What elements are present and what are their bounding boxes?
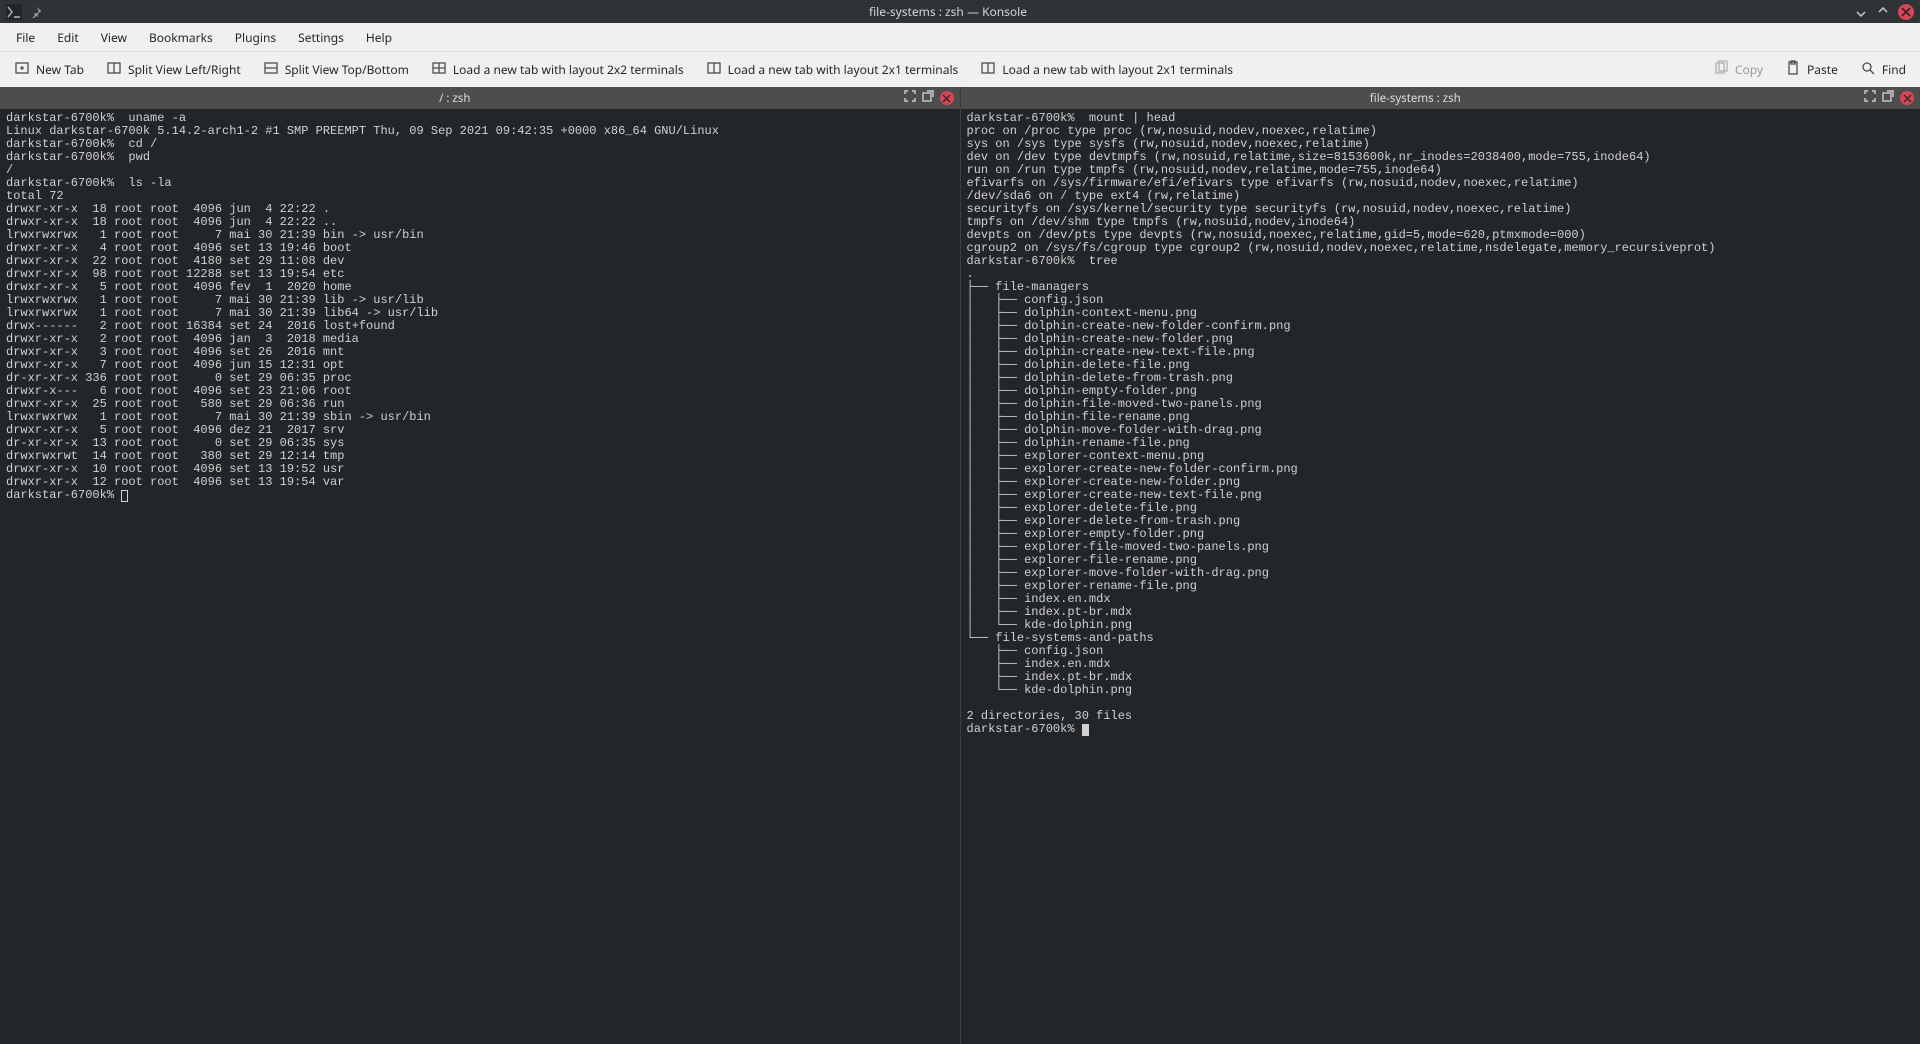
layout-2x2-button[interactable]: Load a new tab with layout 2x2 terminals (421, 56, 694, 84)
tabbar-right: file-systems : zsh (961, 87, 1920, 109)
copy-label: Copy (1735, 61, 1763, 78)
menu-plugins[interactable]: Plugins (225, 25, 286, 50)
tabbar-left: / : zsh (0, 87, 960, 109)
close-tab-left[interactable] (940, 91, 954, 105)
detach-icon[interactable] (1882, 90, 1894, 106)
layout-2x1-button-a[interactable]: Load a new tab with layout 2x1 terminals (696, 56, 969, 84)
layout-2x1-label-a: Load a new tab with layout 2x1 terminals (728, 61, 959, 78)
split-container: / : zsh darkstar-6700k% uname -a Linux d… (0, 87, 1920, 1044)
menu-view[interactable]: View (91, 25, 137, 50)
layout-2x1-button-b[interactable]: Load a new tab with layout 2x1 terminals (970, 56, 1243, 84)
layout-2x1-label-b: Load a new tab with layout 2x1 terminals (1002, 61, 1233, 78)
paste-label: Paste (1807, 61, 1838, 78)
toolbar: New Tab Split View Left/Right Split View… (0, 51, 1920, 87)
close-tab-right[interactable] (1900, 91, 1914, 105)
menu-settings[interactable]: Settings (288, 25, 354, 50)
new-tab-icon (14, 60, 30, 80)
pane-right: file-systems : zsh darkstar-6700k% mount… (961, 87, 1920, 1044)
maximize-button[interactable] (1876, 5, 1890, 19)
split-lr-icon (106, 60, 122, 80)
app-icon (6, 4, 22, 20)
layout-2x1-icon-b (980, 60, 996, 80)
find-label: Find (1882, 61, 1906, 78)
expand-icon[interactable] (1864, 90, 1876, 106)
split-top-bottom-button[interactable]: Split View Top/Bottom (253, 56, 419, 84)
paste-icon (1785, 60, 1801, 80)
layout-2x2-label: Load a new tab with layout 2x2 terminals (453, 61, 684, 78)
split-tb-label: Split View Top/Bottom (285, 61, 409, 78)
menubar: File Edit View Bookmarks Plugins Setting… (0, 23, 1920, 51)
tab-title-left[interactable]: / : zsh (6, 91, 904, 106)
terminal-left[interactable]: darkstar-6700k% uname -a Linux darkstar-… (0, 109, 960, 1044)
menu-file[interactable]: File (6, 25, 45, 50)
menu-help[interactable]: Help (356, 25, 402, 50)
close-button[interactable] (1898, 4, 1914, 20)
expand-icon[interactable] (904, 90, 916, 106)
layout-2x2-icon (431, 60, 447, 80)
find-button[interactable]: Find (1850, 56, 1916, 84)
split-left-right-button[interactable]: Split View Left/Right (96, 56, 251, 84)
new-tab-button[interactable]: New Tab (4, 56, 94, 84)
minimize-button[interactable] (1854, 5, 1868, 19)
copy-icon (1713, 60, 1729, 80)
window-title: file-systems : zsh — Konsole (42, 3, 1854, 20)
detach-icon[interactable] (922, 90, 934, 106)
tab-title-right[interactable]: file-systems : zsh (967, 91, 1865, 106)
paste-button[interactable]: Paste (1775, 56, 1848, 84)
layout-2x1-icon-a (706, 60, 722, 80)
new-tab-label: New Tab (36, 61, 84, 78)
copy-button[interactable]: Copy (1703, 56, 1773, 84)
split-tb-icon (263, 60, 279, 80)
menu-bookmarks[interactable]: Bookmarks (139, 25, 223, 50)
pin-icon[interactable] (30, 1, 42, 23)
split-lr-label: Split View Left/Right (128, 61, 241, 78)
menu-edit[interactable]: Edit (47, 25, 88, 50)
pane-left: / : zsh darkstar-6700k% uname -a Linux d… (0, 87, 961, 1044)
find-icon (1860, 60, 1876, 80)
titlebar: file-systems : zsh — Konsole (0, 0, 1920, 23)
terminal-right[interactable]: darkstar-6700k% mount | head proc on /pr… (961, 109, 1920, 1044)
